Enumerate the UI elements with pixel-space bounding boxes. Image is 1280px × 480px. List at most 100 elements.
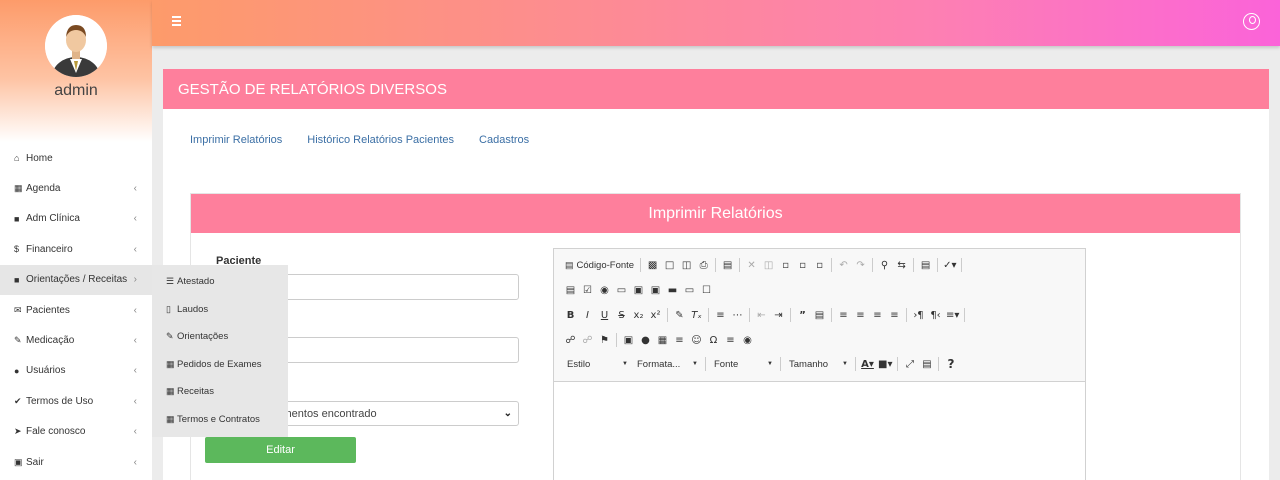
- cut-icon[interactable]: ✕: [743, 256, 760, 274]
- image-icon[interactable]: ▣: [620, 331, 637, 349]
- sidebar-item-pacientes[interactable]: ✉ Pacientes ‹: [0, 295, 152, 325]
- tab-historico-relatorios[interactable]: Histórico Relatórios Pacientes: [307, 134, 454, 146]
- div-icon[interactable]: ▤: [811, 306, 828, 324]
- format-combo-label: Formata...: [637, 358, 681, 370]
- sidebar-item-home[interactable]: ⌂ Home: [0, 143, 152, 173]
- indent-icon[interactable]: ⇥: [770, 306, 787, 324]
- link-icon[interactable]: ☍: [562, 331, 579, 349]
- maximize-icon[interactable]: ⤢: [901, 355, 918, 373]
- sidebar-item-usuarios[interactable]: ● Usuários ‹: [0, 356, 152, 386]
- subscript-icon[interactable]: x₂: [630, 306, 647, 324]
- edit-button[interactable]: Editar: [205, 437, 356, 463]
- hamburger-menu-icon[interactable]: [172, 16, 181, 28]
- bg-color-icon[interactable]: ■▾: [876, 355, 894, 373]
- submenu-item-receitas[interactable]: ▦ Receitas: [152, 378, 288, 406]
- undo-icon[interactable]: ↶: [835, 256, 852, 274]
- font-combo[interactable]: Fonte ▼: [709, 355, 777, 373]
- help-icon[interactable]: ?: [942, 355, 959, 373]
- align-justify-icon[interactable]: ≡: [886, 306, 903, 324]
- hidden-field-icon[interactable]: ☐: [698, 281, 715, 299]
- tab-imprimir-relatorios[interactable]: Imprimir Relatórios: [190, 134, 282, 146]
- sidebar-item-agenda[interactable]: ▦ Agenda ‹: [0, 173, 152, 203]
- save-icon[interactable]: ▩: [644, 256, 661, 274]
- anchor-flag-icon[interactable]: ⚑: [596, 331, 613, 349]
- style-combo[interactable]: Estilo ▼: [562, 355, 632, 373]
- envelope-icon: ✉: [14, 304, 22, 315]
- blockquote-icon[interactable]: ”: [794, 306, 811, 324]
- outdent-icon[interactable]: ⇤: [753, 306, 770, 324]
- paste-icon[interactable]: ▫: [777, 256, 794, 274]
- print-icon[interactable]: ⎙: [695, 256, 712, 274]
- align-right-icon[interactable]: ≡: [869, 306, 886, 324]
- copy-format-icon[interactable]: ✎: [671, 306, 688, 324]
- templates-icon[interactable]: ▤: [719, 256, 736, 274]
- tab-cadastros[interactable]: Cadastros: [479, 134, 529, 146]
- editor-content-area[interactable]: [554, 381, 1085, 480]
- submenu-item-orientacoes[interactable]: ✎ Orientações: [152, 323, 288, 351]
- sidebar-item-financeiro[interactable]: $ Financeiro ‹: [0, 234, 152, 264]
- submenu-item-label: Pedidos de Exames: [177, 358, 262, 370]
- bulleted-list-icon[interactable]: ⋯: [729, 306, 746, 324]
- paste-text-icon[interactable]: ▫: [794, 256, 811, 274]
- iframe-globe-icon[interactable]: ◉: [739, 331, 756, 349]
- image-button-icon[interactable]: ▭: [681, 281, 698, 299]
- textarea-icon[interactable]: ▣: [630, 281, 647, 299]
- sidebar-item-fale-conosco[interactable]: ➤ Fale conosco ‹: [0, 417, 152, 447]
- submenu-item-laudos[interactable]: ▯ Laudos: [152, 296, 288, 324]
- submenu-item-pedidos-exames[interactable]: ▦ Pedidos de Exames: [152, 351, 288, 379]
- sidebar-item-termos-de-uso[interactable]: ✔ Termos de Uso ‹: [0, 386, 152, 416]
- sidebar-item-medicacao[interactable]: ✎ Medicação ‹: [0, 325, 152, 355]
- spellcheck-icon[interactable]: ✓▾: [941, 256, 958, 274]
- sidebar-item-orientacoes-receitas[interactable]: ■ Orientações / Receitas ›: [0, 264, 152, 295]
- button-icon[interactable]: ▬: [664, 281, 681, 299]
- preview-icon[interactable]: ◫: [678, 256, 695, 274]
- rtl-icon[interactable]: ¶‹: [927, 306, 944, 324]
- submenu-item-atestado[interactable]: ☰ Atestado: [152, 268, 288, 296]
- form-icon[interactable]: ▤: [562, 281, 579, 299]
- user-profile-icon[interactable]: [1243, 13, 1260, 30]
- redo-icon[interactable]: ↷: [852, 256, 869, 274]
- copy-icon[interactable]: ◫: [760, 256, 777, 274]
- superscript-icon[interactable]: x²: [647, 306, 664, 324]
- italic-icon[interactable]: I: [579, 306, 596, 324]
- textfield-icon[interactable]: ▭: [613, 281, 630, 299]
- table-icon[interactable]: ▦: [654, 331, 671, 349]
- unlink-icon[interactable]: ☍: [579, 331, 596, 349]
- radio-icon[interactable]: ◉: [596, 281, 613, 299]
- size-combo[interactable]: Tamanho ▼: [784, 355, 852, 373]
- sidebar-item-sair[interactable]: ▣ Sair ‹: [0, 447, 152, 477]
- numbered-list-icon[interactable]: ≡: [712, 306, 729, 324]
- horizontal-line-icon[interactable]: ≡: [671, 331, 688, 349]
- avatar[interactable]: [45, 15, 107, 77]
- strike-icon[interactable]: S: [613, 306, 630, 324]
- sidebar-item-label: Medicação: [26, 335, 75, 347]
- remove-format-icon[interactable]: Tₓ: [688, 306, 705, 324]
- dropdown-arrow-icon: ▼: [842, 361, 848, 367]
- paste-word-icon[interactable]: ▫: [811, 256, 828, 274]
- align-left-icon[interactable]: ≡: [835, 306, 852, 324]
- checkbox-icon[interactable]: ☑: [579, 281, 596, 299]
- source-button[interactable]: ▤ Código-Fonte: [562, 256, 637, 274]
- select-icon[interactable]: ▣: [647, 281, 664, 299]
- chevron-left-icon: ‹: [133, 456, 137, 468]
- sidebar-item-label: Sair: [26, 456, 44, 468]
- new-page-icon[interactable]: □: [661, 256, 678, 274]
- page-break-icon[interactable]: ≡: [722, 331, 739, 349]
- language-icon[interactable]: ≡▾: [944, 306, 961, 324]
- align-center-icon[interactable]: ≡: [852, 306, 869, 324]
- ltr-icon[interactable]: ›¶: [910, 306, 927, 324]
- smiley-icon[interactable]: ☺: [688, 331, 705, 349]
- special-char-icon[interactable]: Ω: [705, 331, 722, 349]
- flash-icon[interactable]: ●: [637, 331, 654, 349]
- show-blocks-icon[interactable]: ▤: [918, 355, 935, 373]
- sidebar-item-adm-clinica[interactable]: ■ Adm Clínica ‹: [0, 204, 152, 234]
- submenu-item-termos-contratos[interactable]: ▦ Termos e Contratos: [152, 406, 288, 434]
- select-all-icon[interactable]: ▤: [917, 256, 934, 274]
- replace-icon[interactable]: ⇆: [893, 256, 910, 274]
- format-combo[interactable]: Formata... ▼: [632, 355, 702, 373]
- underline-icon[interactable]: U: [596, 306, 613, 324]
- bold-icon[interactable]: B: [562, 306, 579, 324]
- text-color-icon[interactable]: A▾: [859, 355, 876, 373]
- search-icon[interactable]: ⚲: [876, 256, 893, 274]
- chevron-right-icon: ›: [133, 274, 137, 286]
